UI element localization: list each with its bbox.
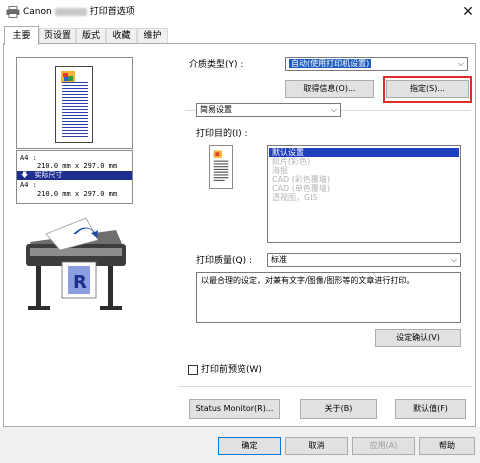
defaults-button[interactable]: 默认值(F): [395, 399, 466, 419]
media-type-select[interactable]: 自动(使用打印机设置) ⌵: [285, 57, 468, 71]
chevron-down-icon: ⌵: [450, 255, 457, 264]
purpose-option-cad-color[interactable]: CAD (彩色覆墙): [269, 175, 459, 184]
paper-text-lines: [62, 82, 88, 142]
window-title: Canon 打印首选项: [23, 6, 135, 18]
purpose-option-poster[interactable]: 海报: [269, 166, 459, 175]
purpose-option-gis[interactable]: 透视图，GIS: [269, 193, 459, 202]
size-mode-label: 实际尺寸: [34, 171, 63, 179]
tab-layout[interactable]: 版式: [76, 28, 106, 44]
purpose-option-default[interactable]: 默认设置: [269, 148, 459, 157]
apply-button[interactable]: 应用(A): [352, 437, 415, 455]
tab-maintenance[interactable]: 维护: [137, 28, 168, 44]
confirm-settings-button[interactable]: 设定确认(V): [375, 329, 461, 347]
cancel-button[interactable]: 取消: [285, 437, 348, 455]
highlight-frame: [383, 76, 472, 103]
separator: [178, 386, 472, 387]
printer-illustration: R: [26, 217, 126, 310]
window-app-name: Canon: [23, 7, 52, 17]
window-title-text: 打印首选项: [89, 7, 135, 17]
output-size-label: A4 :: [20, 181, 37, 189]
preview-before-print-label: 打印前预览(W): [201, 365, 262, 375]
help-button[interactable]: 帮助: [419, 437, 475, 455]
group-divider-right: [341, 110, 471, 111]
get-info-button[interactable]: 取得信息(O)...: [285, 80, 374, 98]
chevron-down-icon: ⌵: [330, 105, 337, 114]
purpose-option-photo[interactable]: 照片(彩色): [269, 157, 459, 166]
output-size-dims: 210.0 mm x 297.0 mm: [37, 190, 118, 198]
purpose-option-cad-mono[interactable]: CAD (单色覆墙): [269, 184, 459, 193]
paper-size-info: A4 : 210.0 mm x 297.0 mm 🡇 实际尺寸 A4 : 210…: [16, 150, 133, 204]
print-quality-select[interactable]: 标准 ⌵: [267, 253, 461, 267]
close-button[interactable]: ✕: [459, 3, 477, 21]
svg-text:R: R: [73, 272, 87, 293]
tab-main[interactable]: 主要: [4, 26, 39, 45]
size-mode-row: 🡇 实际尺寸: [17, 171, 132, 180]
group-divider-left: [185, 110, 196, 111]
print-purpose-list[interactable]: 默认设置 照片(彩色) 海报 CAD (彩色覆墙) CAD (单色覆墙) 透视图…: [267, 145, 461, 243]
settings-mode-select[interactable]: 简易设置 ⌵: [196, 103, 341, 117]
redacted-model-name: [54, 7, 87, 16]
tab-strip: 主要 页设置 版式 收藏 维护: [0, 26, 480, 45]
ok-button[interactable]: 确定: [218, 437, 281, 455]
purpose-description: 以最合理的设定，对兼有文字/图像/图形等的文章进行打印。: [196, 272, 461, 323]
printer-app-icon: [6, 6, 20, 18]
status-monitor-button[interactable]: Status Monitor(R)...: [189, 399, 280, 419]
print-purpose-label: 打印目的(I) :: [196, 129, 248, 139]
chevron-down-icon: ⌵: [457, 59, 464, 68]
media-type-label: 介质类型(Y) :: [189, 60, 244, 70]
paper-preview: [55, 66, 93, 143]
tab-favorites[interactable]: 收藏: [106, 28, 137, 44]
preview-before-print-checkbox[interactable]: [188, 365, 198, 375]
print-quality-label: 打印质量(Q) :: [196, 256, 252, 266]
source-size-dims: 210.0 mm x 297.0 mm: [37, 162, 118, 170]
print-quality-value: 标准: [271, 255, 287, 264]
media-type-value: 自动(使用打印机设置): [289, 59, 372, 68]
tab-page-setup[interactable]: 页设置: [39, 28, 76, 44]
title-bar: Canon 打印首选项 ✕: [0, 0, 480, 26]
purpose-thumbnail: [209, 145, 233, 189]
source-size-label: A4 :: [20, 154, 37, 162]
settings-mode-value: 简易设置: [200, 105, 232, 114]
about-button[interactable]: 关于(B): [300, 399, 377, 419]
down-arrow-icon: 🡇: [21, 171, 29, 179]
